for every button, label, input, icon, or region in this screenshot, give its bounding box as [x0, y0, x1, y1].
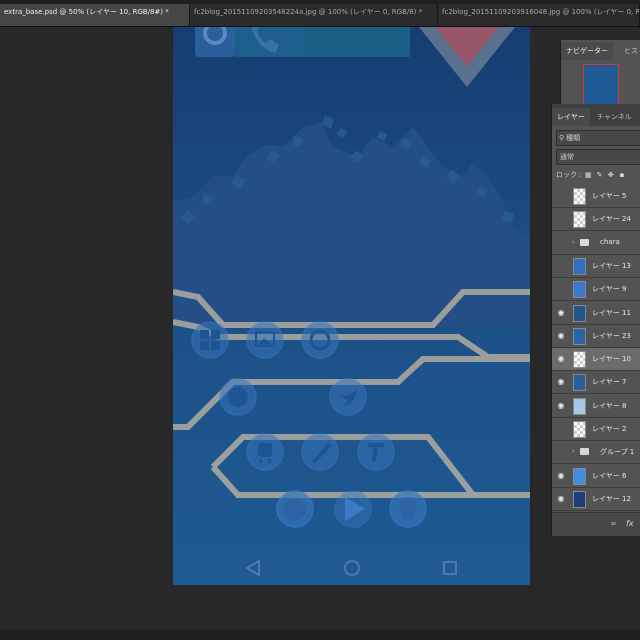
layer-filter-select[interactable]: ⚲ 種類: [556, 130, 640, 146]
visibility-eye-icon[interactable]: [556, 424, 566, 434]
visibility-eye-icon[interactable]: ◉: [556, 401, 566, 411]
visibility-eye-icon[interactable]: [556, 447, 566, 457]
visibility-eye-icon[interactable]: ◉: [556, 308, 566, 318]
layer-name: レイヤー 6: [592, 471, 627, 480]
layer-name: レイヤー 8: [592, 401, 627, 410]
link-layers-icon[interactable]: ∞: [610, 519, 617, 528]
layer-name: レイヤー 5: [592, 192, 627, 200]
brush-lock-icon[interactable]: ✎: [595, 168, 604, 182]
navigator-thumbnail[interactable]: [583, 64, 619, 106]
chevron-right-icon[interactable]: ›: [572, 238, 575, 246]
layer-thumbnail: [573, 374, 586, 392]
lock-row: ロック : ▦ ✎ ✥ ▪: [556, 168, 640, 182]
blend-mode-select[interactable]: 通常: [556, 149, 640, 165]
layer-row[interactable]: レイヤー 5: [552, 185, 640, 208]
visibility-eye-icon[interactable]: [556, 214, 566, 224]
layer-group-row[interactable]: › chara: [552, 231, 640, 255]
document-canvas[interactable]: [173, 27, 530, 585]
chat-icon: [284, 498, 306, 520]
folder-icon: [580, 238, 589, 246]
layer-group-row[interactable]: › グループ 1: [552, 441, 640, 465]
layer-thumbnail: [573, 490, 586, 508]
layer-name: グループ 1: [600, 448, 635, 457]
layer-name: chara: [600, 237, 620, 246]
blend-mode-label: 通常: [560, 153, 574, 161]
layer-name: レイヤー 2: [592, 425, 627, 433]
layer-thumbnail: [573, 351, 586, 369]
layer-thumbnail: [573, 281, 586, 299]
layer-name: レイヤー 12: [592, 494, 631, 503]
layer-thumbnail: [573, 467, 586, 485]
all-lock-icon[interactable]: ▪: [618, 168, 627, 182]
navigator-panel: ナビゲーター ヒス: [560, 40, 640, 106]
layer-thumbnail: [573, 327, 586, 345]
doc-tab-fc2blog-2[interactable]: fc2blog_20151109203916048.jpg @ 100% (レイ…: [438, 4, 640, 26]
layer-thumbnail: [573, 188, 586, 205]
lock-label: ロック :: [556, 171, 582, 179]
layer-row[interactable]: ◉ レイヤー 8: [552, 394, 640, 418]
tab-navigator[interactable]: ナビゲーター: [561, 42, 613, 60]
folder-icon: [580, 448, 589, 456]
layer-thumbnail: [573, 421, 586, 438]
layer-filter-label: 種類: [566, 134, 581, 142]
move-lock-icon[interactable]: ✥: [606, 168, 615, 182]
visibility-eye-icon[interactable]: [556, 238, 566, 248]
layer-row[interactable]: レイヤー 13: [552, 254, 640, 278]
phone-mockup-art: [173, 27, 530, 585]
document-tab-bar: extra_base.psd @ 50% (レイヤー 10, RGB/8#) *…: [0, 0, 640, 27]
search-icon: ⚲: [559, 134, 565, 142]
firefox-icon: [228, 387, 248, 407]
layer-thumbnail: [573, 211, 586, 229]
layers-panel-tabs: レイヤー チャンネル: [552, 104, 640, 126]
layer-name: レイヤー 7: [592, 378, 627, 387]
doc-tab-fc2blog-1[interactable]: fc2blog_20151109203548224a.jpg @ 100% (レ…: [190, 4, 438, 26]
visibility-eye-icon[interactable]: ◉: [556, 354, 566, 364]
layer-row[interactable]: ◉ レイヤー 7: [552, 371, 640, 395]
layer-row[interactable]: ◉ レイヤー 11: [552, 301, 640, 325]
layer-thumbnail: [573, 304, 586, 322]
layer-row[interactable]: レイヤー 24: [552, 208, 640, 232]
layer-thumbnail: [573, 257, 586, 275]
status-bar: [0, 630, 640, 640]
visibility-eye-icon[interactable]: ◉: [556, 494, 566, 504]
layers-panel: レイヤー チャンネル ⚲ 種類 通常 ロック : ▦ ✎ ✥ ▪ レイヤー 5 レイ…: [551, 104, 640, 536]
layer-row[interactable]: ◉ レイヤー 23: [552, 324, 640, 348]
layer-name: レイヤー 11: [592, 308, 631, 317]
layer-row[interactable]: ◉ レイヤー 6: [552, 464, 640, 488]
visibility-eye-icon[interactable]: [556, 191, 566, 201]
visibility-eye-icon[interactable]: [556, 284, 566, 294]
layers-panel-footer: ∞ fx: [552, 512, 640, 536]
tab-channels[interactable]: チャンネル: [592, 108, 637, 126]
visibility-eye-icon[interactable]: ◉: [556, 377, 566, 387]
tab-history[interactable]: ヒス: [619, 42, 640, 60]
visibility-eye-icon[interactable]: ◉: [556, 331, 566, 341]
visibility-eye-icon[interactable]: ◉: [556, 471, 566, 481]
layer-row[interactable]: レイヤー 2: [552, 418, 640, 441]
layer-name: レイヤー 24: [592, 215, 631, 224]
chevron-right-icon[interactable]: ›: [572, 447, 575, 455]
layer-name: レイヤー 9: [592, 285, 627, 294]
layer-thumbnail: [573, 397, 586, 415]
layer-name: レイヤー 13: [592, 261, 631, 270]
layer-row[interactable]: ◉ レイヤー 12: [552, 487, 640, 511]
doc-tab-extra-base[interactable]: extra_base.psd @ 50% (レイヤー 10, RGB/8#) *: [0, 4, 190, 26]
tab-layers[interactable]: レイヤー: [552, 108, 590, 126]
layer-row[interactable]: レイヤー 9: [552, 278, 640, 302]
layer-row[interactable]: ◉ レイヤー 10: [552, 348, 640, 372]
layer-name: レイヤー 10: [592, 355, 631, 364]
fx-button[interactable]: fx: [626, 519, 634, 528]
layer-name: レイヤー 23: [592, 331, 631, 340]
visibility-eye-icon[interactable]: [556, 261, 566, 271]
transparency-lock-icon[interactable]: ▦: [584, 168, 593, 182]
